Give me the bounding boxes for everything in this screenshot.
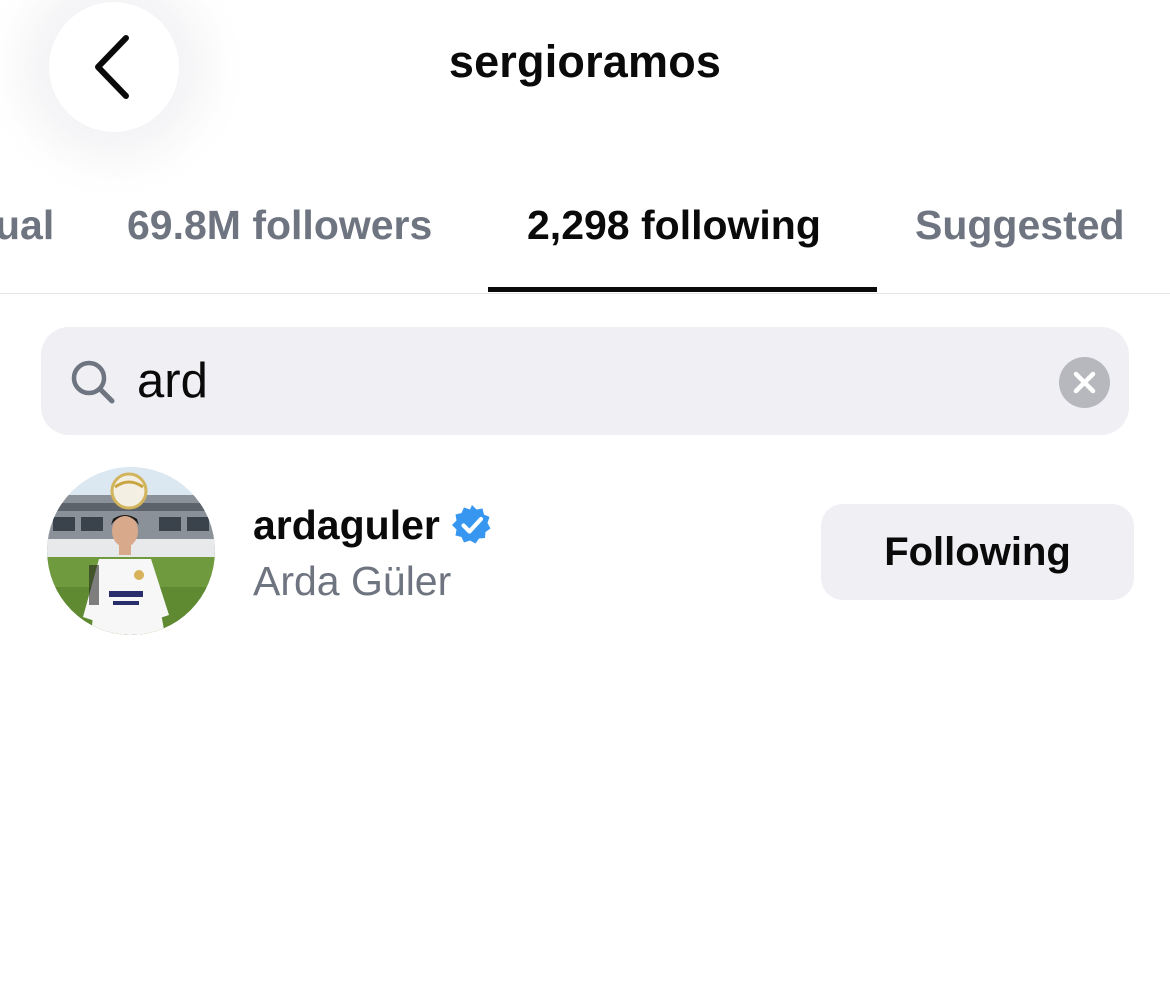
clear-icon (1073, 371, 1096, 394)
profile-photo (47, 467, 215, 635)
result-full-name: Arda Güler (253, 558, 452, 604)
tab-mutual[interactable]: ual (0, 202, 54, 249)
result-username-row[interactable]: ardaguler (253, 500, 494, 550)
avatar[interactable] (47, 467, 215, 635)
tab-suggested[interactable]: Suggested (915, 202, 1125, 249)
page-title: sergioramos (448, 36, 722, 87)
tab-followers[interactable]: 69.8M followers (127, 202, 432, 249)
following-button[interactable]: Following (821, 504, 1134, 600)
tab-bar: ual 69.8M followers 2,298 following Sugg… (0, 180, 1170, 294)
active-tab-indicator (488, 287, 877, 292)
verified-badge-icon (451, 505, 491, 544)
tab-following[interactable]: 2,298 following (527, 202, 821, 249)
result-username: ardaguler (253, 501, 440, 548)
search-input[interactable] (137, 348, 1017, 414)
search-icon (71, 360, 115, 404)
clear-search-button[interactable] (1059, 357, 1110, 408)
